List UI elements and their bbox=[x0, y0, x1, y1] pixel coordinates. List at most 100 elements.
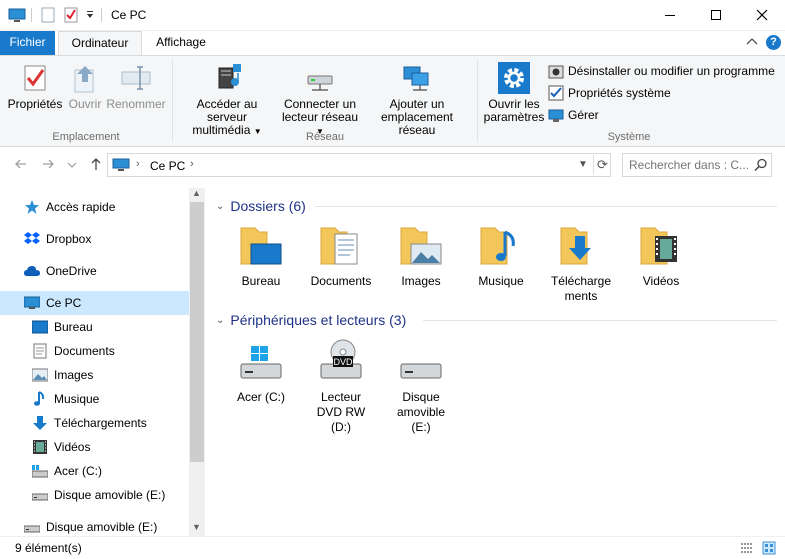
nav-item-this-pc[interactable]: Ce PC bbox=[0, 291, 189, 315]
folder-videos-icon bbox=[640, 227, 677, 265]
nav-item-downloads[interactable]: Téléchargements bbox=[32, 412, 147, 434]
system-properties-button[interactable]: Propriétés système bbox=[548, 84, 671, 102]
group-header-folders[interactable]: ⌄ Dossiers (6) bbox=[216, 196, 306, 216]
minimize-button[interactable] bbox=[647, 0, 693, 30]
desktop-icon bbox=[32, 320, 48, 334]
folder-tile-videos[interactable]: Vidéos bbox=[621, 222, 701, 289]
close-button[interactable] bbox=[739, 0, 785, 30]
map-network-drive-button[interactable]: Connecter un lecteur réseau ▼ bbox=[280, 62, 360, 138]
drive-label: DVD RW bbox=[316, 405, 366, 419]
nav-item-onedrive[interactable]: OneDrive bbox=[24, 260, 97, 282]
navigation-pane-scrollbar[interactable]: ▲ ▼ bbox=[189, 188, 205, 536]
ribbon-separator bbox=[477, 60, 478, 142]
nav-item-label: OneDrive bbox=[46, 264, 97, 278]
nav-item-label: Images bbox=[54, 368, 94, 382]
group-header-devices[interactable]: ⌄ Périphériques et lecteurs (3) bbox=[216, 310, 406, 330]
media-server-icon bbox=[218, 64, 241, 89]
tab-view[interactable]: Affichage bbox=[145, 31, 217, 55]
folder-tile-downloads[interactable]: Télécharge ments bbox=[541, 222, 621, 304]
folder-label: Musique bbox=[478, 274, 524, 288]
search-icon[interactable] bbox=[754, 158, 768, 172]
drive-label: Acer (C:) bbox=[237, 390, 285, 404]
folder-label: Vidéos bbox=[642, 274, 680, 288]
drive-label: (D:) bbox=[331, 420, 351, 434]
drive-tile-c[interactable]: Acer (C:) bbox=[221, 338, 301, 405]
drive-label: (E:) bbox=[411, 420, 431, 434]
chevron-down-icon[interactable]: ⌄ bbox=[216, 201, 224, 212]
network-drive-icon bbox=[307, 75, 333, 91]
breadcrumb-separator-icon[interactable]: › bbox=[190, 158, 194, 170]
manage-button[interactable]: Gérer bbox=[548, 106, 599, 124]
back-arrow-icon[interactable] bbox=[14, 157, 28, 171]
tab-computer[interactable]: Ordinateur bbox=[58, 31, 142, 56]
collapse-ribbon-icon[interactable] bbox=[745, 35, 759, 49]
properties-button[interactable]: Propriétés bbox=[6, 62, 64, 111]
nav-item-label: Téléchargements bbox=[54, 416, 147, 430]
nav-item-drive-c[interactable]: Acer (C:) bbox=[32, 460, 102, 482]
cloud-icon bbox=[24, 266, 40, 276]
scroll-up-icon[interactable]: ▲ bbox=[192, 188, 201, 198]
details-view-icon[interactable] bbox=[740, 541, 754, 555]
scroll-down-icon[interactable]: ▼ bbox=[192, 522, 201, 532]
properties-icon[interactable] bbox=[63, 6, 79, 24]
breadcrumb-separator-icon[interactable]: › bbox=[136, 158, 140, 170]
folder-tile-music[interactable]: Musique bbox=[461, 222, 541, 289]
open-label: Ouvrir bbox=[68, 97, 102, 111]
breadcrumb-ce-pc[interactable]: Ce PC bbox=[150, 159, 185, 173]
system-properties-icon bbox=[548, 85, 564, 101]
computer-icon[interactable] bbox=[8, 6, 26, 24]
open-settings-button[interactable]: Ouvrir les paramètres bbox=[483, 62, 545, 124]
drive-tile-removable-e[interactable]: Disque amovible (E:) bbox=[381, 338, 461, 435]
large-icons-view-icon[interactable] bbox=[762, 541, 776, 555]
nav-item-label: Dropbox bbox=[46, 232, 92, 246]
nav-item-label: Accès rapide bbox=[46, 200, 116, 214]
group-divider bbox=[423, 320, 777, 321]
nav-item-quick-access[interactable]: Accès rapide bbox=[24, 196, 115, 218]
dvd-drive-icon: DVD bbox=[320, 339, 362, 379]
nav-item-label: Vidéos bbox=[54, 440, 91, 454]
forward-arrow-icon[interactable] bbox=[41, 157, 55, 171]
chevron-down-icon[interactable]: ⌄ bbox=[216, 315, 224, 326]
nav-item-documents[interactable]: Documents bbox=[32, 340, 115, 362]
search-box[interactable] bbox=[622, 153, 772, 177]
search-input[interactable] bbox=[629, 157, 751, 173]
folder-tile-desktop[interactable]: Bureau bbox=[221, 222, 301, 289]
tab-file[interactable]: Fichier bbox=[0, 31, 55, 55]
nav-item-dropbox[interactable]: Dropbox bbox=[24, 228, 91, 250]
up-arrow-icon[interactable] bbox=[89, 157, 103, 171]
media-server-button[interactable]: Accéder au serveur multimédia ▼ bbox=[176, 62, 278, 138]
nav-item-removable-e[interactable]: Disque amovible (E:) bbox=[32, 484, 165, 506]
close-icon bbox=[756, 9, 768, 21]
folder-tile-documents[interactable]: Documents bbox=[301, 222, 381, 289]
nav-item-pictures[interactable]: Images bbox=[32, 364, 93, 386]
nav-item-label: Musique bbox=[54, 392, 100, 406]
nav-item-videos[interactable]: Vidéos bbox=[32, 436, 90, 458]
drive-label: Disque bbox=[402, 390, 440, 404]
folder-tile-pictures[interactable]: Images bbox=[381, 222, 461, 289]
recent-locations-chevron-icon[interactable] bbox=[67, 160, 77, 170]
drive-tile-dvd[interactable]: DVD Lecteur DVD RW (D:) bbox=[301, 338, 381, 435]
rename-label: Renommer bbox=[106, 97, 166, 111]
computer-management-icon bbox=[548, 109, 564, 122]
computer-icon bbox=[112, 158, 130, 171]
blank-document-icon[interactable] bbox=[40, 6, 56, 24]
nav-item-label: Disque amovible (E:) bbox=[46, 520, 158, 534]
uninstall-program-button[interactable]: Désinstaller ou modifier un programme bbox=[548, 62, 775, 80]
nav-item-removable-e-root[interactable]: Disque amovible (E:) bbox=[24, 516, 157, 538]
help-icon[interactable]: ? bbox=[766, 35, 781, 50]
address-bar[interactable]: › Ce PC › ▼ ⟳ bbox=[107, 153, 611, 177]
drive-icon bbox=[32, 465, 48, 478]
maximize-button[interactable] bbox=[693, 0, 739, 30]
manage-label: Gérer bbox=[568, 108, 599, 122]
chevron-down-icon[interactable] bbox=[85, 6, 95, 24]
nav-item-music[interactable]: Musique bbox=[32, 388, 99, 410]
open-button[interactable]: Ouvrir bbox=[64, 62, 106, 111]
scrollbar-thumb[interactable] bbox=[190, 202, 204, 462]
folder-label: Images bbox=[401, 274, 441, 288]
ribbon: Propriétés Ouvrir Renommer Emplacement A… bbox=[0, 55, 785, 147]
nav-item-desktop[interactable]: Bureau bbox=[32, 316, 93, 338]
add-network-location-button[interactable]: Ajouter un emplacement réseau bbox=[362, 62, 472, 137]
refresh-icon[interactable]: ⟳ bbox=[593, 155, 611, 175]
address-history-chevron-icon[interactable]: ▼ bbox=[578, 159, 588, 170]
rename-button[interactable]: Renommer bbox=[106, 62, 166, 111]
